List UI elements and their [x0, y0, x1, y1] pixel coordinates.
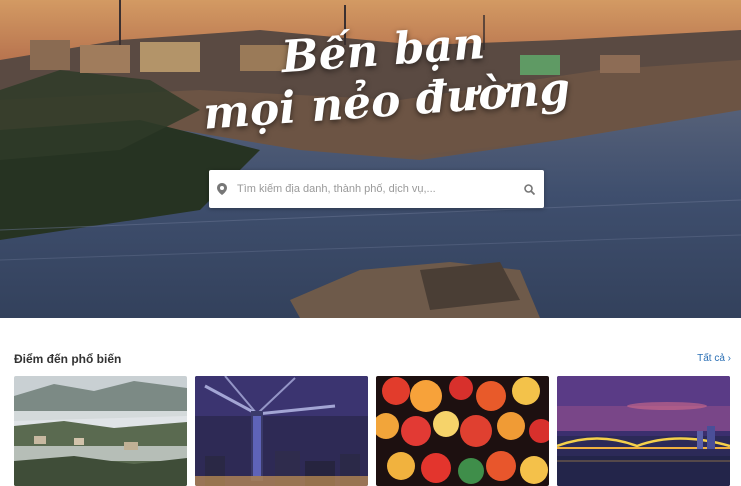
destination-image: [14, 376, 187, 486]
destination-image: [376, 376, 549, 486]
hero-banner: Bến bạn mọi nẻo đường: [0, 0, 741, 318]
destination-card-lanterns[interactable]: [376, 376, 549, 486]
magnifier-icon[interactable]: [514, 183, 544, 195]
section-title: Điểm đến phổ biến: [14, 352, 122, 366]
destination-card-city-night[interactable]: [195, 376, 368, 486]
destination-image: [195, 376, 368, 486]
search-bar[interactable]: [209, 169, 544, 209]
destination-image: [557, 376, 730, 486]
destination-card-bridge-night[interactable]: [557, 376, 730, 486]
search-input[interactable]: [235, 169, 514, 209]
destination-card-misty-hills[interactable]: [14, 376, 187, 486]
map-pin-icon: [209, 183, 235, 195]
see-all-link[interactable]: Tất cả ›: [697, 353, 731, 364]
destination-cards: [14, 376, 730, 486]
